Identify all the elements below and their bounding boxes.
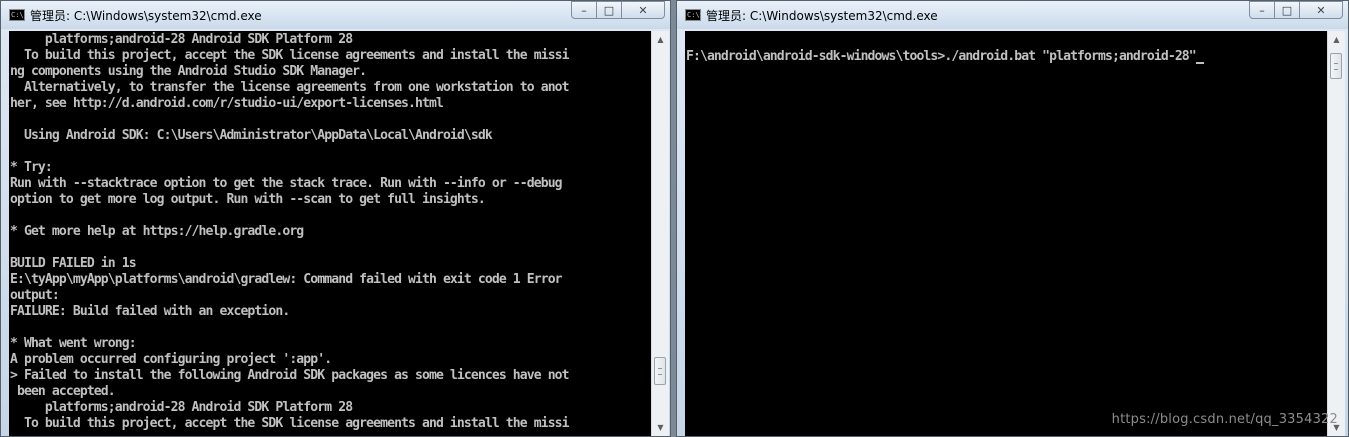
console-line: option to get more log output. Run with … <box>10 192 486 207</box>
maximize-button[interactable]: □ <box>596 1 622 19</box>
console-output[interactable]: F:\android\android-sdk-windows\tools>./a… <box>685 31 1327 436</box>
cmd-window-left[interactable]: C:\ 管理员: C:\Windows\system32\cmd.exe – □… <box>0 0 671 437</box>
scroll-down-arrow-icon[interactable]: ▼ <box>652 419 669 436</box>
vertical-scrollbar[interactable]: ▲ ▼ <box>651 31 669 436</box>
cmd-window-right[interactable]: C:\ 管理员: C:\Windows\system32\cmd.exe – □… <box>676 0 1349 437</box>
maximize-button[interactable]: □ <box>1274 1 1300 19</box>
close-button[interactable]: ✕ <box>1299 1 1343 19</box>
console-line: platforms;android-28 Android SDK Platfor… <box>10 400 353 415</box>
console-line: FAILURE: Build failed with an exception. <box>10 304 290 319</box>
minimize-icon: – <box>581 3 587 17</box>
minimize-button[interactable]: – <box>1249 1 1275 19</box>
console-line: platforms;android-28 Android SDK Platfor… <box>10 32 353 47</box>
console-line: Run with --stacktrace option to get the … <box>10 176 563 191</box>
text-cursor <box>1195 49 1204 64</box>
vertical-scrollbar[interactable]: ▲ ▼ <box>1327 31 1345 436</box>
console-line: been accepted. <box>10 384 116 399</box>
close-button[interactable]: ✕ <box>621 1 665 19</box>
scroll-up-arrow-icon[interactable]: ▲ <box>1328 31 1345 48</box>
console-line: A problem occurred configuring project '… <box>10 352 332 367</box>
scroll-thumb[interactable] <box>654 357 666 385</box>
console-output[interactable]: platforms;android-28 Android SDK Platfor… <box>9 31 651 436</box>
close-icon: ✕ <box>1316 3 1326 17</box>
console-line: To build this project, accept the SDK li… <box>10 416 570 431</box>
minimize-button[interactable]: – <box>571 1 597 19</box>
caption-buttons: – □ ✕ <box>571 1 665 20</box>
console-text: platforms;android-28 Android SDK Platfor… <box>9 32 651 432</box>
command-prompt-line: F:\android\android-sdk-windows\tools>./a… <box>686 49 1197 64</box>
minimize-icon: – <box>1259 3 1265 17</box>
console-line: her, see http://d.android.com/r/studio-u… <box>10 96 444 111</box>
console-line: BUILD FAILED in 1s <box>10 256 137 271</box>
window-title: 管理员: C:\Windows\system32\cmd.exe <box>30 9 262 23</box>
console-line: E:\tyApp\myApp\platforms\android\gradlew… <box>10 272 563 287</box>
console-line: * What went wrong: <box>10 336 137 351</box>
caption-buttons: – □ ✕ <box>1249 1 1343 20</box>
console-text: F:\android\android-sdk-windows\tools>./a… <box>685 49 1327 65</box>
console-line: > Failed to install the following Androi… <box>10 368 570 383</box>
title-bar[interactable]: C:\ 管理员: C:\Windows\system32\cmd.exe – □… <box>1 1 670 29</box>
console-line: * Try: <box>10 160 53 175</box>
console-line: ng components using the Android Studio S… <box>10 64 367 79</box>
scroll-thumb[interactable] <box>1330 53 1342 79</box>
maximize-icon: □ <box>603 3 615 17</box>
cmd-app-icon[interactable]: C:\ <box>685 9 701 21</box>
console-line: * Get more help at https://help.gradle.o… <box>10 224 304 239</box>
maximize-icon: □ <box>1281 3 1293 17</box>
close-icon: ✕ <box>638 3 648 17</box>
window-title: 管理员: C:\Windows\system32\cmd.exe <box>706 9 938 23</box>
watermark-text: https://blog.csdn.net/qq_3354322 <box>1111 412 1338 427</box>
console-line: To build this project, accept the SDK li… <box>10 48 570 63</box>
cmd-app-icon[interactable]: C:\ <box>9 9 25 21</box>
console-line: Using Android SDK: C:\Users\Administrato… <box>10 128 493 143</box>
scroll-up-arrow-icon[interactable]: ▲ <box>652 31 669 48</box>
console-line: Alternatively, to transfer the license a… <box>10 80 570 95</box>
title-bar[interactable]: C:\ 管理员: C:\Windows\system32\cmd.exe – □… <box>677 1 1348 29</box>
console-line: output: <box>10 288 60 303</box>
